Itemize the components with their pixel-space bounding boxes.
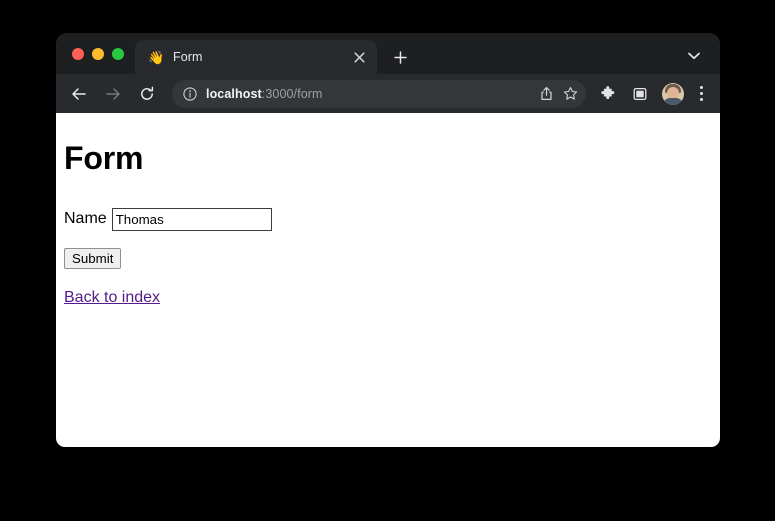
url-host: localhost: [206, 87, 262, 101]
browser-window: 👋 Form: [56, 33, 720, 447]
tab-area: 👋 Form: [135, 33, 720, 74]
three-dot-menu-icon[interactable]: [690, 81, 712, 107]
tab-title: Form: [173, 50, 349, 64]
menu-dot: [700, 92, 703, 95]
tab-list-button[interactable]: [680, 42, 708, 70]
back-button[interactable]: [64, 79, 94, 109]
forward-button[interactable]: [98, 79, 128, 109]
address-bar[interactable]: localhost:3000/form: [172, 80, 586, 108]
window-close-button[interactable]: [72, 48, 84, 60]
reload-button[interactable]: [132, 79, 162, 109]
name-form-row: Name: [64, 208, 712, 231]
page-title: Form: [64, 142, 712, 176]
menu-dot: [700, 98, 703, 101]
tab-form[interactable]: 👋 Form: [135, 40, 377, 74]
avatar-face: [667, 87, 679, 99]
submit-button[interactable]: Submit: [64, 248, 121, 269]
url-text[interactable]: localhost:3000/form: [206, 87, 534, 101]
avatar-body: [663, 98, 683, 105]
window-maximize-button[interactable]: [112, 48, 124, 60]
browser-toolbar: localhost:3000/form: [56, 74, 720, 113]
side-panel-button[interactable]: [627, 81, 653, 107]
window-traffic-lights: [56, 33, 135, 74]
window-minimize-button[interactable]: [92, 48, 104, 60]
info-circle-icon[interactable]: [181, 85, 198, 102]
star-icon[interactable]: [558, 82, 582, 106]
menu-dot: [700, 86, 703, 89]
name-input[interactable]: [112, 208, 272, 231]
extensions-button[interactable]: [595, 81, 621, 107]
new-tab-button[interactable]: [386, 43, 414, 71]
page-content: Form Name Submit Back to index: [56, 113, 720, 447]
profile-avatar[interactable]: [662, 83, 684, 105]
name-label: Name: [64, 210, 107, 228]
back-to-index-link[interactable]: Back to index: [64, 289, 160, 307]
url-path: :3000/form: [262, 87, 323, 101]
tab-close-icon[interactable]: [349, 47, 369, 67]
waving-hand-favicon: 👋: [148, 51, 165, 64]
tab-strip: 👋 Form: [56, 33, 720, 74]
share-icon[interactable]: [534, 82, 558, 106]
